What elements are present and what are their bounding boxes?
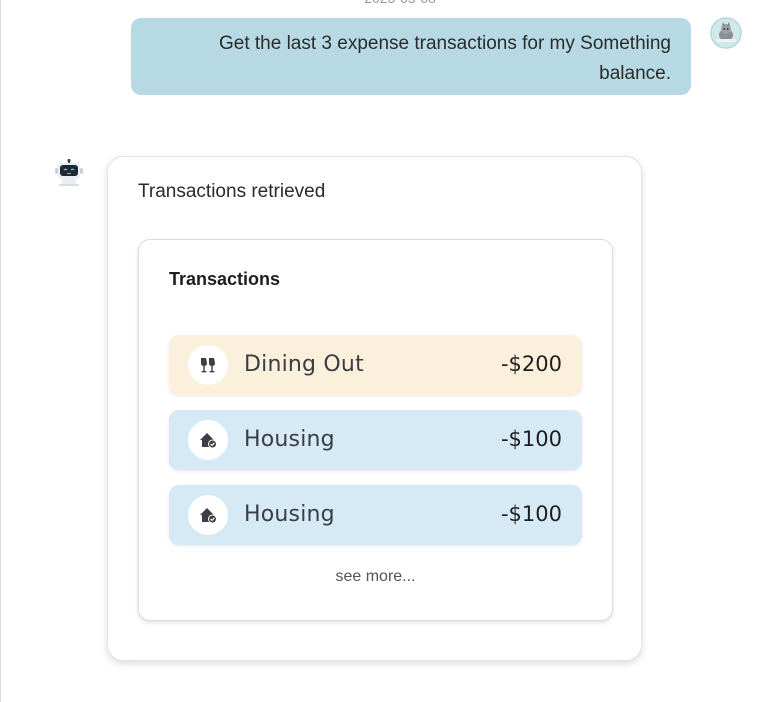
chat-page: 2023-05-08 Get the last 3 expense transa… bbox=[0, 0, 760, 702]
transactions-card: Transactions Dining Out -$200 Housing -$… bbox=[138, 239, 613, 621]
transaction-amount: -$100 bbox=[500, 427, 562, 451]
user-message-bubble: Get the last 3 expense transactions for … bbox=[131, 18, 691, 95]
left-divider bbox=[0, 0, 1, 702]
user-message-text: Get the last 3 expense transactions for … bbox=[218, 33, 671, 84]
transaction-amount: -$200 bbox=[500, 352, 562, 376]
message-timestamp: 2023-05-08 bbox=[340, 0, 460, 6]
transaction-label: Housing bbox=[244, 502, 335, 527]
robot-icon bbox=[55, 158, 83, 186]
transaction-row-dining-out[interactable]: Dining Out -$200 bbox=[169, 335, 582, 395]
house-icon bbox=[188, 495, 228, 535]
transaction-row-housing[interactable]: Housing -$100 bbox=[169, 410, 582, 470]
bot-response-card: Transactions retrieved Transactions Dini… bbox=[107, 156, 642, 661]
user-avatar-icon bbox=[710, 17, 742, 49]
user-avatar[interactable] bbox=[710, 17, 742, 49]
bot-avatar bbox=[52, 158, 86, 187]
transaction-label: Housing bbox=[244, 427, 335, 452]
transactions-list: Dining Out -$200 Housing -$100 Housing -… bbox=[169, 335, 582, 560]
bot-response-title: Transactions retrieved bbox=[138, 181, 326, 202]
transaction-row-housing[interactable]: Housing -$100 bbox=[169, 485, 582, 545]
transaction-amount: -$100 bbox=[500, 502, 562, 526]
house-icon bbox=[188, 420, 228, 460]
transactions-heading: Transactions bbox=[169, 269, 281, 289]
dining-icon bbox=[188, 345, 228, 385]
see-more-link[interactable]: see more... bbox=[139, 568, 612, 586]
transaction-label: Dining Out bbox=[244, 352, 364, 377]
